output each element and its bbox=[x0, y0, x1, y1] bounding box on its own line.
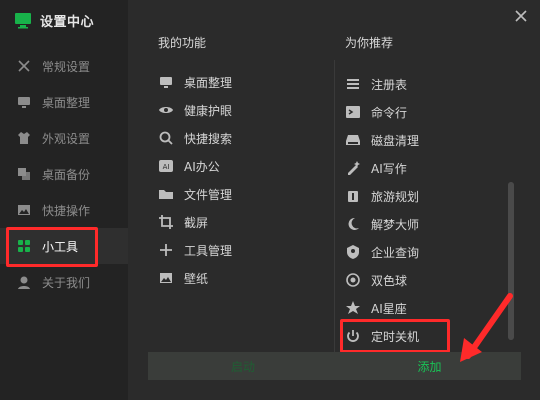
disk-icon bbox=[345, 132, 361, 148]
list-item[interactable]: 桌面整理 bbox=[158, 70, 232, 94]
list-item[interactable]: 命令行 bbox=[345, 100, 407, 124]
tools-icon bbox=[16, 58, 32, 74]
monitor-icon bbox=[16, 94, 32, 110]
list-item[interactable]: AI写作 bbox=[345, 156, 407, 180]
app-title: 设置中心 bbox=[40, 14, 95, 30]
list-item-label: 注册表 bbox=[371, 77, 408, 92]
recommended-title: 为你推荐 bbox=[345, 36, 394, 50]
my-functions-title: 我的功能 bbox=[158, 36, 207, 50]
shield-search-icon bbox=[345, 244, 361, 260]
app-brand: 设置中心 bbox=[14, 10, 94, 30]
list-item[interactable]: 快捷搜索 bbox=[158, 126, 232, 150]
list-item-label: 双色球 bbox=[371, 273, 408, 288]
list-item[interactable]: 壁纸 bbox=[158, 266, 208, 290]
picture-icon bbox=[158, 270, 174, 286]
sidebar-item-label: 关于我们 bbox=[42, 275, 91, 290]
list-item-label: 解梦大师 bbox=[371, 217, 420, 232]
list-item[interactable]: 双色球 bbox=[345, 268, 407, 292]
sidebar-item-appearance[interactable]: 外观设置 bbox=[0, 120, 128, 156]
folder-icon bbox=[158, 186, 174, 202]
list-item-label: 命令行 bbox=[371, 105, 408, 120]
list-item-label: 桌面整理 bbox=[184, 75, 233, 90]
tshirt-icon bbox=[16, 130, 32, 146]
search-icon bbox=[158, 130, 174, 146]
red-arrow-annotation bbox=[460, 293, 513, 362]
ai-badge-icon: AI bbox=[158, 158, 174, 174]
list-item-label: 快捷搜索 bbox=[184, 131, 233, 146]
list-item-label: AI办公 bbox=[184, 159, 220, 174]
my-functions-list: 桌面整理 健康护眼 快捷搜索 AI AI办公 文件管理 截屏 工具管理 壁纸 bbox=[158, 70, 328, 320]
list-item[interactable]: AI星座 bbox=[345, 296, 407, 320]
sidebar-item-label: 常规设置 bbox=[42, 59, 91, 74]
list-item[interactable]: 截屏 bbox=[158, 210, 208, 234]
list-item[interactable]: 旅游规划 bbox=[345, 184, 419, 208]
selected-item-highlight-annotation bbox=[340, 319, 450, 353]
close-icon[interactable] bbox=[514, 8, 528, 22]
monitor-icon bbox=[158, 74, 174, 90]
list-item-label: 工具管理 bbox=[184, 243, 233, 258]
svg-text:AI: AI bbox=[163, 163, 170, 171]
sidebar-highlight-annotation bbox=[6, 227, 98, 267]
monitor-logo-icon bbox=[14, 11, 32, 29]
list-item[interactable]: 企业查询 bbox=[345, 240, 419, 264]
sidebar-item-desktop-organize[interactable]: 桌面整理 bbox=[0, 84, 128, 120]
sidebar-item-label: 外观设置 bbox=[42, 131, 91, 146]
list-item-label: 企业查询 bbox=[371, 245, 420, 260]
ball-icon bbox=[345, 272, 361, 288]
list-item[interactable]: 磁盘清理 bbox=[345, 128, 419, 152]
launch-button[interactable]: 启动 bbox=[148, 352, 338, 380]
star-icon bbox=[345, 300, 361, 316]
list-item-label: 截屏 bbox=[184, 215, 209, 230]
moon-icon bbox=[345, 216, 361, 232]
sidebar-item-shortcuts[interactable]: 快捷操作 bbox=[0, 192, 128, 228]
list-item-label: 旅游规划 bbox=[371, 189, 420, 204]
sidebar-item-label: 快捷操作 bbox=[42, 203, 91, 218]
sidebar: 设置中心 常规设置 桌面整理 外观设置 桌面备份 快捷操作 小工具 关于我们 bbox=[0, 0, 128, 400]
list-item[interactable]: 健康护眼 bbox=[158, 98, 232, 122]
user-icon bbox=[16, 274, 32, 290]
eye-icon bbox=[158, 102, 174, 118]
copy-icon bbox=[16, 166, 32, 182]
sidebar-item-label: 桌面备份 bbox=[42, 167, 91, 182]
sidebar-item-backup[interactable]: 桌面备份 bbox=[0, 156, 128, 192]
list-item[interactable]: 解梦大师 bbox=[345, 212, 419, 236]
list-item-label: 健康护眼 bbox=[184, 103, 233, 118]
column-divider bbox=[334, 60, 335, 352]
sidebar-item-general[interactable]: 常规设置 bbox=[0, 48, 128, 84]
list-item[interactable]: 文件管理 bbox=[158, 182, 232, 206]
list-item-label: 文件管理 bbox=[184, 187, 233, 202]
crop-icon bbox=[158, 214, 174, 230]
list-item[interactable]: 工具管理 bbox=[158, 238, 232, 262]
list-item-label: 磁盘清理 bbox=[371, 133, 420, 148]
list-item-label: AI写作 bbox=[371, 161, 407, 176]
sidebar-item-about[interactable]: 关于我们 bbox=[0, 264, 128, 300]
registry-icon bbox=[345, 76, 361, 92]
terminal-icon bbox=[345, 104, 361, 120]
pen-sparkle-icon bbox=[345, 160, 361, 176]
image-icon bbox=[16, 202, 32, 218]
luggage-icon bbox=[345, 188, 361, 204]
list-item[interactable]: AI AI办公 bbox=[158, 154, 220, 178]
list-item-label: 壁纸 bbox=[184, 271, 209, 286]
plus-icon bbox=[158, 242, 174, 258]
sidebar-item-label: 桌面整理 bbox=[42, 95, 91, 110]
list-item-label: AI星座 bbox=[371, 301, 407, 316]
list-item[interactable]: 注册表 bbox=[345, 72, 407, 96]
